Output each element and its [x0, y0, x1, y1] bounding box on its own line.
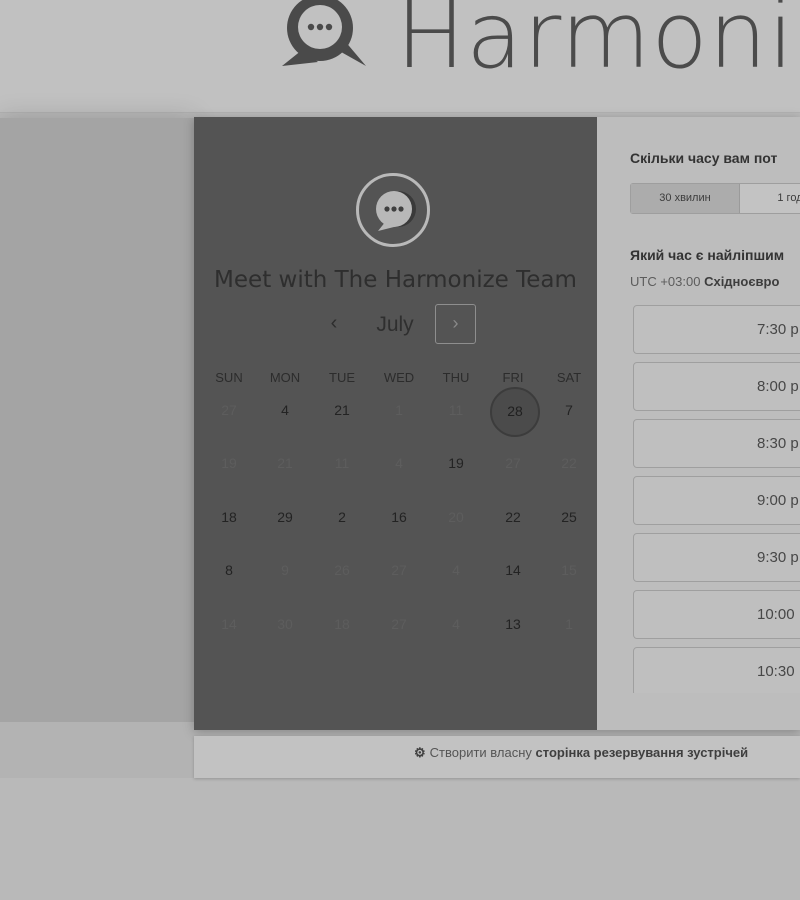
footer-link-bold: сторінка резервування зустрічей — [535, 745, 749, 760]
weekday-header: WED — [383, 370, 415, 385]
calendar-day: 11 — [448, 402, 464, 418]
calendar-day[interactable]: 25 — [541, 509, 597, 525]
time-slot-button[interactable]: 8:00 р — [633, 362, 800, 411]
time-slot-button[interactable]: 9:00 р — [633, 476, 800, 525]
calendar-day[interactable]: 13 — [485, 616, 541, 632]
weekday-header: SUN — [215, 370, 243, 385]
weekday-header: FRI — [502, 370, 524, 385]
time-slot-list: 7:30 р 8:00 р 8:30 р 9:00 р 9:30 р 10:00 10:30 — [633, 305, 800, 693]
month-label: July — [376, 313, 414, 336]
calendar-day: 14 — [221, 616, 237, 632]
weekday-header: SAT — [556, 370, 582, 385]
meeting-booking-card: Meet with The Harmonize Team ‹ July › SU… — [194, 117, 800, 730]
calendar-day: 27 — [505, 455, 521, 471]
timezone-selector[interactable]: UTC +03:00 Східноєвро — [630, 274, 779, 289]
calendar-day: 21 — [277, 455, 293, 471]
calendar-day[interactable]: 7 — [541, 402, 597, 418]
calendar-day[interactable]: 4 — [257, 402, 313, 418]
site-header: Harmoni — [0, 0, 800, 113]
time-slot-button[interactable]: 8:30 р — [633, 419, 800, 468]
timezone-name: Східноєвро — [704, 274, 780, 289]
calendar-day: 26 — [334, 562, 350, 578]
calendar-day: 27 — [391, 562, 407, 578]
calendar-day[interactable]: 14 — [485, 562, 541, 578]
calendar-day: 27 — [391, 616, 407, 632]
weekday-header: TUE — [329, 370, 355, 385]
calendar-day-selected[interactable]: 28 — [490, 387, 540, 437]
calendar-day[interactable]: 2 — [314, 509, 370, 525]
previous-month-button[interactable]: ‹ — [320, 313, 348, 335]
calendar-day: 1 — [565, 616, 573, 632]
calendar-day: 15 — [561, 562, 577, 578]
footer-bar: ⚙ Створити власну сторінка резервування з… — [194, 736, 800, 778]
calendar-day: 1 — [395, 402, 403, 418]
time-question: Який час є найліпшим — [630, 247, 785, 263]
next-month-button[interactable]: › — [435, 304, 476, 344]
duration-question: Скільки часу вам пот — [630, 150, 778, 166]
time-slot-button[interactable]: 9:30 р — [633, 533, 800, 582]
chat-bubble-icon — [376, 191, 416, 231]
team-avatar — [356, 173, 430, 247]
calendar-day[interactable]: 16 — [371, 509, 427, 525]
create-booking-page-link[interactable]: ⚙ Створити власну сторінка резервування з… — [414, 745, 748, 761]
calendar-day[interactable]: 18 — [201, 509, 257, 525]
backdrop-left-band — [0, 118, 194, 722]
footer-link-prefix: Створити власну — [429, 745, 532, 760]
month-navigation: ‹ July › — [194, 303, 597, 347]
calendar-day: 20 — [448, 509, 464, 525]
duration-30-min-button[interactable]: 30 хвилин — [631, 184, 740, 213]
timezone-offset: UTC +03:00 — [630, 274, 701, 289]
calendar-day[interactable]: 22 — [485, 509, 541, 525]
calendar-panel: Meet with The Harmonize Team ‹ July › SU… — [194, 117, 597, 730]
calendar-day: 9 — [281, 562, 289, 578]
calendar-day: 4 — [452, 562, 460, 578]
calendar-day[interactable]: 8 — [201, 562, 257, 578]
duration-1-hour-button[interactable]: 1 год — [740, 184, 800, 213]
booking-options-panel: Скільки часу вам пот 30 хвилин 1 год Яки… — [597, 117, 800, 730]
calendar-day: 11 — [334, 455, 350, 471]
calendar-day: 22 — [561, 455, 577, 471]
calendar-day: 18 — [334, 616, 350, 632]
brand-logo-text: Harmoni — [396, 0, 795, 89]
calendar-day[interactable]: 21 — [314, 402, 370, 418]
chat-bubble-logo-icon — [282, 0, 366, 66]
meeting-title: Meet with The Harmonize Team — [214, 267, 577, 293]
calendar-day: 4 — [395, 455, 403, 471]
calendar-day[interactable]: 29 — [257, 509, 313, 525]
calendar-day: 19 — [221, 455, 237, 471]
duration-selector: 30 хвилин 1 год — [630, 183, 800, 214]
time-slot-button[interactable]: 10:30 — [633, 647, 800, 693]
weekday-header: MON — [269, 370, 301, 385]
time-slot-button[interactable]: 10:00 — [633, 590, 800, 639]
calendar-day: 4 — [452, 616, 460, 632]
calendar-day: 27 — [221, 402, 237, 418]
time-slot-button[interactable]: 7:30 р — [633, 305, 800, 354]
hubspot-sprocket-icon: ⚙ — [414, 745, 426, 760]
weekday-header: THU — [442, 370, 470, 385]
calendar-day: 30 — [277, 616, 293, 632]
calendar-day[interactable]: 19 — [428, 455, 484, 471]
